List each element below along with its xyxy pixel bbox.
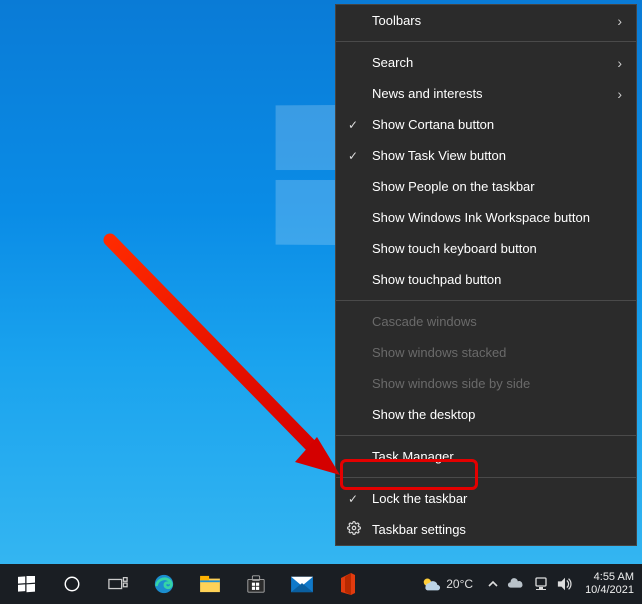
menu-label: Show Windows Ink Workspace button xyxy=(372,210,622,225)
menu-separator xyxy=(336,300,636,301)
check-icon: ✓ xyxy=(348,492,358,506)
menu-item-sidebyside: Show windows side by side xyxy=(336,368,636,399)
start-button[interactable] xyxy=(4,564,48,604)
clock-time: 4:55 AM xyxy=(585,571,634,584)
menu-label: Taskbar settings xyxy=(372,522,622,537)
system-clock[interactable]: 4:55 AM 10/4/2021 xyxy=(581,571,634,597)
menu-item-people[interactable]: Show People on the taskbar xyxy=(336,171,636,202)
menu-label: Show the desktop xyxy=(372,407,622,422)
menu-label: Show Cortana button xyxy=(372,117,622,132)
chevron-right-icon: › xyxy=(617,13,622,29)
tray-onedrive-icon[interactable] xyxy=(507,564,525,604)
menu-label: Show touchpad button xyxy=(372,272,622,287)
menu-item-task-manager[interactable]: Task Manager xyxy=(336,441,636,472)
taskbar-app-mail[interactable] xyxy=(280,564,324,604)
gear-icon xyxy=(347,521,361,538)
taskbar-app-file-explorer[interactable] xyxy=(188,564,232,604)
tray-volume-icon[interactable] xyxy=(557,564,573,604)
menu-label: Show windows stacked xyxy=(372,345,622,360)
menu-separator xyxy=(336,435,636,436)
menu-item-showdesktop[interactable]: Show the desktop xyxy=(336,399,636,430)
menu-label: Show windows side by side xyxy=(372,376,622,391)
task-view-button[interactable] xyxy=(96,564,140,604)
weather-icon xyxy=(421,575,441,593)
check-icon: ✓ xyxy=(348,149,358,163)
menu-item-lock-taskbar[interactable]: ✓ Lock the taskbar xyxy=(336,483,636,514)
menu-separator xyxy=(336,41,636,42)
menu-label: Show People on the taskbar xyxy=(372,179,622,194)
menu-item-touchkb[interactable]: Show touch keyboard button xyxy=(336,233,636,264)
menu-label: Show touch keyboard button xyxy=(372,241,622,256)
taskbar-app-store[interactable] xyxy=(234,564,278,604)
annotation-arrow xyxy=(90,230,350,490)
chevron-right-icon: › xyxy=(617,55,622,71)
weather-temp: 20°C xyxy=(446,577,473,591)
cortana-button[interactable] xyxy=(50,564,94,604)
menu-item-toolbars[interactable]: Toolbars › xyxy=(336,5,636,36)
menu-separator xyxy=(336,477,636,478)
taskbar-context-menu: Toolbars › Search › News and interests ›… xyxy=(335,4,637,546)
menu-item-search[interactable]: Search › xyxy=(336,47,636,78)
menu-item-news-interests[interactable]: News and interests › xyxy=(336,78,636,109)
menu-label: Search xyxy=(372,55,617,70)
menu-label: Show Task View button xyxy=(372,148,622,163)
menu-label: Cascade windows xyxy=(372,314,622,329)
menu-label: Task Manager xyxy=(372,449,622,464)
clock-date: 10/4/2021 xyxy=(585,584,634,597)
desktop[interactable]: Toolbars › Search › News and interests ›… xyxy=(0,0,642,604)
chevron-right-icon: › xyxy=(617,86,622,102)
taskbar-app-edge[interactable] xyxy=(142,564,186,604)
menu-item-ink[interactable]: Show Windows Ink Workspace button xyxy=(336,202,636,233)
taskbar-app-office[interactable] xyxy=(326,564,370,604)
menu-item-cascade: Cascade windows xyxy=(336,306,636,337)
tray-network-icon[interactable] xyxy=(533,564,549,604)
tray-overflow[interactable] xyxy=(487,564,499,604)
menu-item-touchpad[interactable]: Show touchpad button xyxy=(336,264,636,295)
taskbar[interactable]: 20°C 4:55 AM 10/4/2021 xyxy=(0,564,642,604)
check-icon: ✓ xyxy=(348,118,358,132)
menu-item-taskbar-settings[interactable]: Taskbar settings xyxy=(336,514,636,545)
menu-item-stacked: Show windows stacked xyxy=(336,337,636,368)
menu-label: Lock the taskbar xyxy=(372,491,622,506)
menu-label: News and interests xyxy=(372,86,617,101)
menu-item-taskview[interactable]: ✓ Show Task View button xyxy=(336,140,636,171)
menu-item-cortana[interactable]: ✓ Show Cortana button xyxy=(336,109,636,140)
weather-widget[interactable]: 20°C xyxy=(421,575,473,593)
menu-label: Toolbars xyxy=(372,13,617,28)
